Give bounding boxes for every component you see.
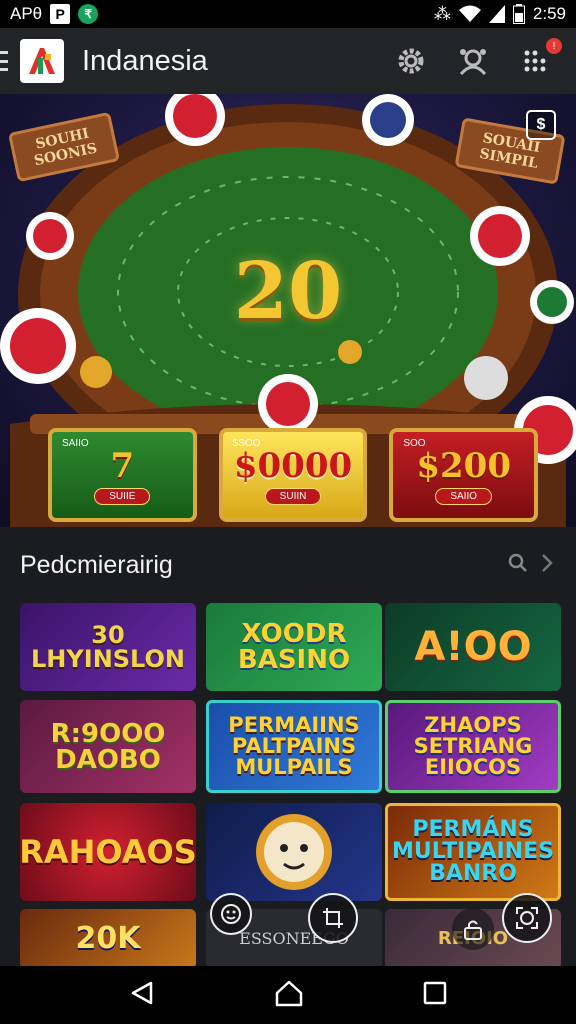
emoji-icon[interactable] (210, 893, 252, 935)
reel-button[interactable]: SUIIE (94, 487, 151, 505)
game-tile[interactable]: XOODR BASINO (206, 603, 382, 691)
reel-center: $SOO $0000 SUIIN (218, 428, 368, 522)
game-title: RAHOAOS (20, 833, 196, 871)
wifi-icon (458, 5, 481, 23)
reel-value: $200 (416, 445, 511, 486)
slot-reels: SAIIO 7 SUIIE $SOO $0000 SUIIN SOO $200 … (48, 428, 539, 522)
system-nav-bar (0, 966, 576, 1024)
search-icon[interactable] (508, 553, 528, 578)
game-tile[interactable]: 20K (20, 909, 196, 969)
reel-button[interactable]: SAIIO (435, 487, 493, 505)
section-header: Pedcmierairig (0, 527, 576, 603)
settings-icon[interactable] (394, 44, 428, 78)
lock-icon[interactable] (452, 908, 494, 950)
lion-mascot-icon (256, 814, 332, 890)
hero-banner[interactable]: SOUHI SOONIS SOUAII SIMPIL $ 20 SAIIO 7 … (0, 94, 576, 527)
clock: 2:59 (532, 4, 566, 23)
reel-button[interactable]: SUIIN (264, 487, 322, 505)
support-icon[interactable] (456, 44, 490, 78)
crop-icon[interactable] (308, 893, 358, 943)
reel-tag: SAIIO (62, 438, 89, 449)
dollar-badge-icon[interactable]: $ (526, 110, 556, 140)
scan-icon[interactable] (502, 893, 552, 943)
app-logo-icon[interactable] (20, 39, 64, 83)
cell-icon (488, 5, 505, 23)
status-bar: APθ P ₹ ⁂ 2:59 (0, 0, 576, 28)
game-title: XOODR BASINO (237, 619, 351, 675)
game-tile[interactable]: PERMÁNS MULTIPAINES BANRO (385, 803, 561, 901)
reel-tag: $SOO (232, 438, 261, 449)
game-tile[interactable]: A!OO (385, 603, 561, 691)
game-title: A!OO (414, 624, 532, 670)
reel-right: SOO $200 SAIIO (389, 428, 539, 522)
game-tile[interactable]: ZHAOPS SETRIANG EIIOCOS (385, 700, 561, 793)
section-title: Pedcmierairig (20, 550, 173, 579)
notification-circle-icon: ₹ (78, 4, 99, 24)
carrier-label: APθ (10, 4, 43, 23)
game-tile[interactable]: RAHOAOS (20, 803, 196, 901)
screen: APθ P ₹ ⁂ 2:59 Indanesia ! SOUHI SOONIS … (0, 0, 576, 1024)
game-title: ZHAOPS SETRIANG EIIOCOS (413, 713, 533, 779)
notification-badge: ! (546, 38, 562, 54)
grid-menu-icon[interactable]: ! (518, 38, 562, 78)
jackpot-number: 20 (233, 246, 343, 337)
game-title: 30 LHYINSLON (31, 621, 185, 673)
game-title: 20K (75, 921, 141, 956)
app-title: Indanesia (82, 44, 208, 77)
game-tile[interactable]: R:9OOO DAOBO (20, 700, 196, 793)
game-tile[interactable]: PERMAIINS PALTPAINS MULPAILS (206, 700, 382, 793)
game-tile[interactable] (206, 803, 382, 901)
home-icon[interactable] (274, 979, 304, 1012)
chevron-right-icon[interactable] (540, 553, 554, 578)
reel-left: SAIIO 7 SUIIE (48, 428, 197, 522)
battery-icon (512, 4, 525, 24)
hamburger-icon[interactable] (0, 51, 10, 71)
game-title: PERMAIINS PALTPAINS MULPAILS (228, 713, 360, 779)
recents-icon[interactable] (423, 981, 447, 1010)
game-title: R:9OOO DAOBO (50, 718, 166, 775)
reel-value: 7 (110, 445, 135, 486)
reel-value: $0000 (233, 445, 353, 486)
signal-extra-icon: ⁂ (433, 4, 451, 23)
notification-p-icon: P (50, 4, 71, 24)
game-title: PERMÁNS MULTIPAINES BANRO (392, 817, 554, 886)
app-bar: Indanesia ! (0, 28, 576, 94)
game-tile[interactable]: 30 LHYINSLON (20, 603, 196, 691)
reel-tag: SOO (403, 438, 426, 449)
back-icon[interactable] (129, 980, 155, 1011)
